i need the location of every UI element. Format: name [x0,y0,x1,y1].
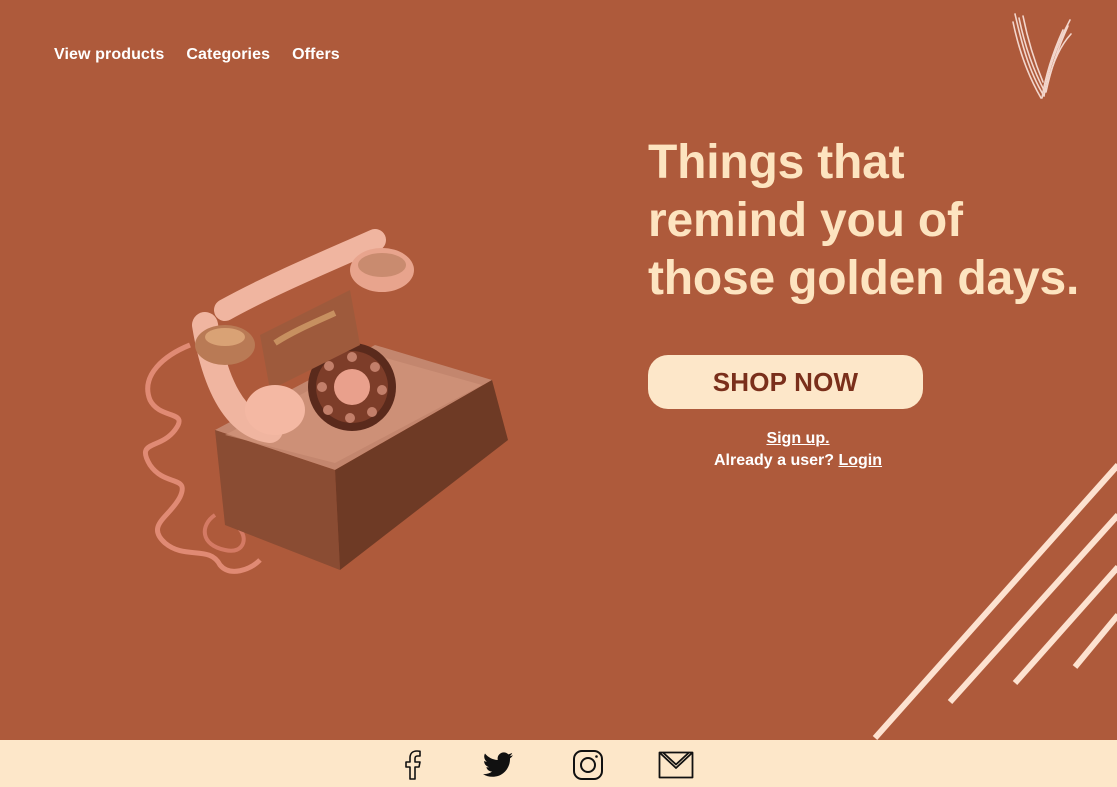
decorative-stripes [872,463,1117,740]
instagram-icon[interactable] [569,748,607,782]
shop-now-button[interactable]: SHOP NOW [648,355,923,409]
nav-view-products[interactable]: View products [54,46,164,64]
facebook-icon[interactable] [395,748,433,782]
mail-icon[interactable] [657,748,695,782]
main-nav: View products Categories Offers [54,46,340,64]
signup-link[interactable]: Sign up. [766,430,829,447]
already-user-text: Already a user? [713,452,835,469]
nav-categories[interactable]: Categories [186,46,270,64]
vintage-phone-image [130,225,520,585]
twitter-icon[interactable] [479,748,517,782]
landing-page: View products Categories Offers Things t… [0,0,1117,787]
headline-line-2: remind you of [648,194,963,247]
hero-headline: Things that remind you of those golden d… [648,134,1108,308]
headline-line-3: those golden days. [648,252,1080,305]
nav-offers[interactable]: Offers [292,46,340,64]
brand-logo[interactable] [1008,12,1074,100]
headline-line-1: Things that [648,136,905,189]
footer-bar [0,740,1117,787]
